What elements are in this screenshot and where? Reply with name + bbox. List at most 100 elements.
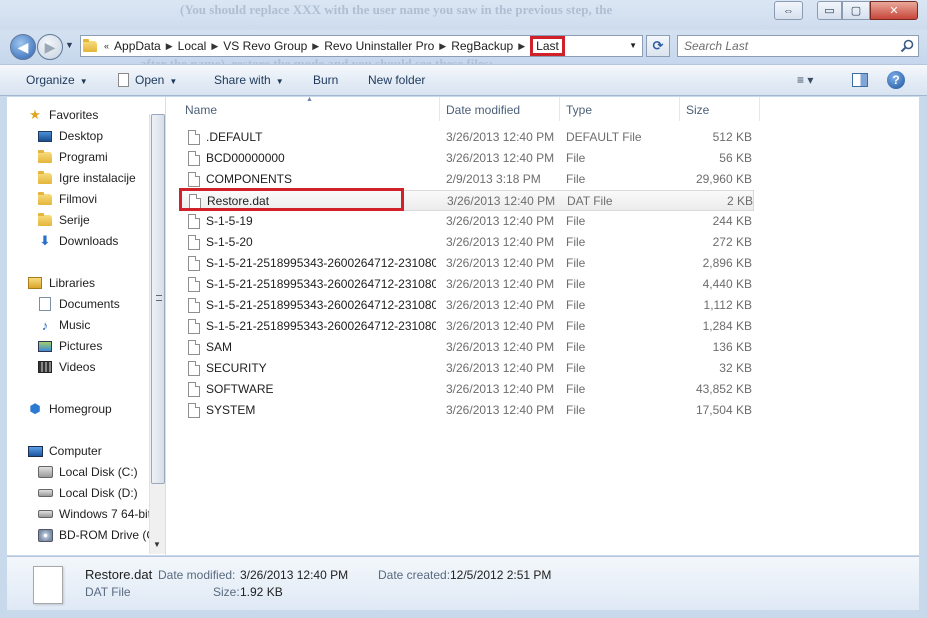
breadcrumb-separator-icon[interactable]: ▶ [312, 41, 319, 52]
star-icon: ★ [29, 107, 41, 122]
file-thumbnail-icon [33, 566, 63, 604]
file-row[interactable]: .DEFAULT 3/26/2013 12:40 PM DEFAULT File 51… [179, 127, 754, 148]
sidebar-item-serije[interactable]: Serije [37, 211, 90, 229]
breadcrumb-vs-revo-group[interactable]: VS Revo Group [223, 39, 307, 53]
file-row[interactable]: SECURITY 3/26/2013 12:40 PM File 32 KB [179, 358, 754, 379]
windows-disk-icon [37, 464, 53, 480]
chevron-down-icon: ▼ [169, 77, 178, 86]
breadcrumb-last[interactable]: Last [530, 36, 565, 56]
organize-menu[interactable]: Organize ▼ [26, 73, 88, 87]
breadcrumb-revo-uninstaller-pro[interactable]: Revo Uninstaller Pro [324, 39, 434, 53]
file-row[interactable]: SYSTEM 3/26/2013 12:40 PM File 17,504 KB [179, 400, 754, 421]
homegroup-icon: ⬢ [29, 401, 41, 416]
resize-button[interactable]: ⇔ [774, 1, 803, 20]
file-icon [188, 214, 200, 229]
breadcrumb-appdata[interactable]: AppData [114, 39, 161, 53]
file-row[interactable]: S-1-5-21-2518995343-2600264712-231080...… [179, 274, 754, 295]
sidebar-item-local-disk-d[interactable]: Local Disk (D:) [37, 484, 138, 502]
search-input[interactable] [678, 36, 893, 56]
details-size: 1.92 KB [240, 585, 283, 599]
breadcrumb-separator-icon[interactable]: ▶ [518, 41, 525, 52]
breadcrumb-local[interactable]: Local [178, 39, 207, 53]
file-row[interactable]: SOFTWARE 3/26/2013 12:40 PM File 43,852 KB [179, 379, 754, 400]
column-header-date-modified[interactable]: Date modified [446, 100, 520, 120]
search-box[interactable] [677, 35, 919, 57]
breadcrumb-regbackup[interactable]: RegBackup [451, 39, 513, 53]
file-row[interactable]: S-1-5-21-2518995343-2600264712-231080...… [179, 316, 754, 337]
column-header-size[interactable]: Size [686, 100, 709, 120]
sidebar-item-filmovi[interactable]: Filmovi [37, 190, 97, 208]
file-row[interactable]: S-1-5-21-2518995343-2600264712-231080...… [179, 253, 754, 274]
sidebar-item-windows7[interactable]: Windows 7 64-bit [37, 505, 151, 523]
details-pane: Restore.dat DAT File Date modified: 3/26… [7, 556, 919, 610]
file-row[interactable]: S-1-5-21-2518995343-2600264712-231080...… [179, 295, 754, 316]
refresh-button[interactable]: ⟳ [646, 35, 670, 57]
sidebar-favorites[interactable]: ★ Favorites [27, 106, 98, 124]
sidebar-item-documents[interactable]: Documents [37, 295, 120, 313]
sidebar-item-videos[interactable]: Videos [37, 358, 95, 376]
recent-pages-dropdown[interactable]: ▼ [65, 40, 74, 50]
details-date-modified: 3/26/2013 12:40 PM [240, 568, 349, 582]
maximize-button[interactable]: ▢ [842, 1, 870, 20]
column-divider[interactable] [759, 97, 760, 121]
forward-button[interactable]: ▶ [37, 34, 63, 60]
folder-icon [37, 170, 53, 186]
back-button[interactable]: ◀ [10, 34, 36, 60]
file-icon [188, 151, 200, 166]
file-row[interactable]: S-1-5-19 3/26/2013 12:40 PM File 244 KB [179, 211, 754, 232]
breadcrumb-separator-icon[interactable]: ▶ [166, 41, 173, 52]
scrollbar-thumb[interactable] [151, 114, 165, 484]
preview-pane-icon[interactable] [852, 73, 868, 87]
background-text-line1: (You should replace XXX with the user na… [180, 2, 613, 17]
close-button[interactable]: ✕ [870, 1, 918, 20]
column-header-type[interactable]: Type [566, 100, 592, 120]
sidebar-scrollbar[interactable]: ▼ [149, 114, 165, 554]
burn-button[interactable]: Burn [313, 73, 338, 87]
column-divider[interactable] [439, 97, 440, 121]
scroll-down-icon[interactable]: ▼ [153, 540, 161, 549]
sidebar-item-bd-rom[interactable]: BD-ROM Drive (G [37, 526, 156, 544]
sidebar-item-local-disk-c[interactable]: Local Disk (C:) [37, 463, 138, 481]
address-bar[interactable]: « AppData ▶ Local ▶ VS Revo Group ▶ Revo… [80, 35, 643, 57]
sidebar-homegroup[interactable]: ⬢ Homegroup [27, 400, 111, 418]
column-header-name[interactable]: Name [185, 100, 217, 120]
file-icon [188, 319, 200, 334]
sidebar-libraries[interactable]: Libraries [27, 274, 95, 292]
address-dropdown-icon[interactable]: ▼ [629, 41, 637, 50]
sidebar-item-programi[interactable]: Programi [37, 148, 108, 166]
new-folder-button[interactable]: New folder [368, 73, 425, 87]
sidebar-item-downloads[interactable]: ⬇ Downloads [37, 232, 119, 250]
command-bar: Organize ▼ Open ▼ Share with ▼ Burn New fol… [0, 64, 927, 96]
navigation-pane: ★ Favorites Desktop Programi Igre instala… [7, 97, 166, 555]
minimize-button[interactable]: ▭ [817, 1, 842, 20]
folder-icon [37, 149, 53, 165]
sidebar-item-music[interactable]: ♪ Music [37, 316, 91, 334]
breadcrumb-separator-icon[interactable]: ▶ [439, 41, 446, 52]
file-row[interactable]: COMPONENTS 2/9/2013 3:18 PM File 29,960 KB [179, 169, 754, 190]
videos-icon [37, 359, 53, 375]
sidebar-computer[interactable]: Computer [27, 442, 102, 460]
file-icon [188, 382, 200, 397]
sidebar-item-igre-instalacije[interactable]: Igre instalacije [37, 169, 136, 187]
file-row[interactable]: S-1-5-20 3/26/2013 12:40 PM File 272 KB [179, 232, 754, 253]
open-button[interactable]: Open ▼ [118, 73, 177, 87]
folder-icon [81, 35, 99, 57]
file-row[interactable]: BCD00000000 3/26/2013 12:40 PM File 56 KB [179, 148, 754, 169]
breadcrumb-overflow[interactable]: « [104, 41, 109, 51]
documents-icon [37, 296, 53, 312]
file-row[interactable]: SAM 3/26/2013 12:40 PM File 136 KB [179, 337, 754, 358]
column-divider[interactable] [679, 97, 680, 121]
share-with-menu[interactable]: Share with ▼ [214, 73, 284, 87]
views-menu-icon[interactable]: ≡ ▾ [797, 73, 813, 87]
sidebar-item-pictures[interactable]: Pictures [37, 337, 102, 355]
file-icon [188, 235, 200, 250]
file-icon [188, 130, 200, 145]
computer-icon [27, 443, 43, 459]
breadcrumb-separator-icon[interactable]: ▶ [211, 41, 218, 52]
column-divider[interactable] [559, 97, 560, 121]
file-icon [118, 73, 129, 87]
chevron-down-icon: ▼ [275, 77, 284, 86]
search-icon[interactable] [900, 39, 914, 53]
help-button[interactable]: ? [887, 71, 905, 89]
sidebar-item-desktop[interactable]: Desktop [37, 127, 103, 145]
